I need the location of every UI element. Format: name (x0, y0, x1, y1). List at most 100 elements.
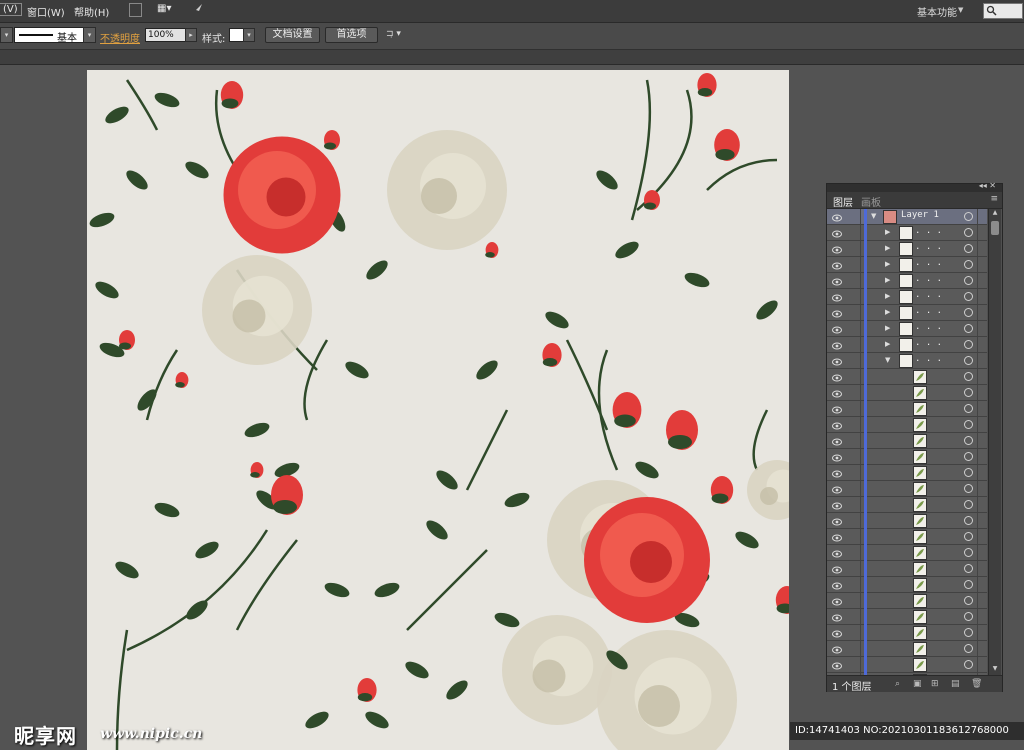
selection-indicator[interactable] (977, 241, 987, 256)
stroke-weight-dropdown[interactable]: ▾ (0, 27, 13, 43)
selection-indicator[interactable] (977, 657, 987, 672)
layer-row-path[interactable] (827, 625, 987, 641)
selection-indicator[interactable] (977, 369, 987, 384)
visibility-eye-icon[interactable] (832, 436, 842, 446)
layer-row-path[interactable] (827, 529, 987, 545)
group-name[interactable]: . . . (915, 242, 942, 252)
expand-triangle-icon[interactable]: ▶ (885, 324, 890, 332)
lock-toggle[interactable] (847, 497, 861, 512)
lock-toggle[interactable] (847, 449, 861, 464)
layer-row-group[interactable]: ▶ . . . (827, 241, 987, 257)
opacity-label[interactable]: 不透明度 (100, 30, 140, 45)
target-circle-icon[interactable] (964, 644, 973, 653)
lock-toggle[interactable] (847, 561, 861, 576)
selection-indicator[interactable] (977, 385, 987, 400)
lock-toggle[interactable] (847, 513, 861, 528)
stroke-profile-field[interactable]: 基本 (14, 27, 84, 44)
target-circle-icon[interactable] (964, 420, 973, 429)
lock-toggle[interactable] (847, 337, 861, 352)
target-circle-icon[interactable] (964, 484, 973, 493)
new-layer-icon[interactable]: ▤ (951, 679, 960, 689)
lock-toggle[interactable] (847, 385, 861, 400)
tab-artboards[interactable]: 画板 (861, 194, 881, 209)
selection-indicator[interactable] (977, 609, 987, 624)
visibility-eye-icon[interactable] (832, 660, 842, 670)
lock-toggle[interactable] (847, 321, 861, 336)
expand-triangle-icon[interactable]: ▶ (885, 228, 890, 236)
lock-toggle[interactable] (847, 593, 861, 608)
document-setup-button[interactable]: 文档设置 (265, 27, 320, 43)
visibility-eye-icon[interactable] (832, 372, 842, 382)
collapse-panel-icon[interactable]: ◂◂ ✕ (979, 181, 996, 190)
visibility-eye-icon[interactable] (832, 580, 842, 590)
gpu-rocket-icon[interactable] (190, 2, 204, 19)
preferences-button[interactable]: 首选项 (325, 27, 378, 43)
target-circle-icon[interactable] (964, 276, 973, 285)
layer-row-path[interactable] (827, 657, 987, 673)
selection-indicator[interactable] (977, 625, 987, 640)
target-circle-icon[interactable] (964, 660, 973, 669)
delete-layer-icon[interactable]: 🗑 (971, 679, 982, 689)
layer-row-group[interactable]: ▶ . . . (827, 257, 987, 273)
target-circle-icon[interactable] (964, 612, 973, 621)
selection-indicator[interactable] (977, 337, 987, 352)
selection-indicator[interactable] (977, 225, 987, 240)
target-circle-icon[interactable] (964, 532, 973, 541)
expand-triangle-icon[interactable]: ▶ (885, 244, 890, 252)
visibility-eye-icon[interactable] (832, 228, 842, 238)
group-name[interactable]: . . . (915, 274, 942, 284)
selection-indicator[interactable] (977, 273, 987, 288)
search-input[interactable] (983, 3, 1023, 19)
layer-row-group[interactable]: ▶ . . . (827, 305, 987, 321)
target-circle-icon[interactable] (964, 244, 973, 253)
visibility-eye-icon[interactable] (832, 484, 842, 494)
layer-row-path[interactable] (827, 481, 987, 497)
target-circle-icon[interactable] (964, 564, 973, 573)
visibility-eye-icon[interactable] (832, 500, 842, 510)
lock-toggle[interactable] (847, 417, 861, 432)
lock-toggle[interactable] (847, 257, 861, 272)
visibility-eye-icon[interactable] (832, 388, 842, 398)
selection-indicator[interactable] (977, 561, 987, 576)
selection-indicator[interactable] (977, 289, 987, 304)
visibility-eye-icon[interactable] (832, 340, 842, 350)
menu-help[interactable]: 帮助(H) (74, 4, 109, 19)
lock-toggle[interactable] (847, 625, 861, 640)
layer-row-group[interactable]: ▶ . . . (827, 289, 987, 305)
visibility-eye-icon[interactable] (832, 612, 842, 622)
visibility-eye-icon[interactable] (832, 404, 842, 414)
artboard-floral-pattern[interactable] (87, 70, 789, 750)
expand-triangle-icon[interactable]: ▶ (885, 340, 890, 348)
layer-row-path[interactable] (827, 465, 987, 481)
layer-row-path[interactable] (827, 417, 987, 433)
lock-toggle[interactable] (847, 225, 861, 240)
target-circle-icon[interactable] (964, 260, 973, 269)
expand-triangle-icon[interactable]: ▶ (885, 260, 890, 268)
lock-toggle[interactable] (847, 305, 861, 320)
target-circle-icon[interactable] (964, 452, 973, 461)
lock-toggle[interactable] (847, 609, 861, 624)
target-circle-icon[interactable] (964, 228, 973, 237)
selection-indicator[interactable] (977, 497, 987, 512)
visibility-eye-icon[interactable] (832, 308, 842, 318)
lock-toggle[interactable] (847, 273, 861, 288)
target-circle-icon[interactable] (964, 628, 973, 637)
selection-indicator[interactable] (977, 353, 987, 368)
layer-row-group[interactable]: ▶ . . . (827, 321, 987, 337)
lock-toggle[interactable] (847, 401, 861, 416)
lock-toggle[interactable] (847, 465, 861, 480)
target-circle-icon[interactable] (964, 548, 973, 557)
target-circle-icon[interactable] (964, 356, 973, 365)
layer-row-layer-1[interactable]: ▼ Layer 1 (827, 209, 987, 225)
lock-toggle[interactable] (847, 529, 861, 544)
layer-row-path[interactable] (827, 545, 987, 561)
selection-indicator[interactable] (977, 465, 987, 480)
selection-indicator[interactable] (977, 529, 987, 544)
visibility-eye-icon[interactable] (832, 212, 842, 222)
selection-indicator[interactable] (977, 577, 987, 592)
target-circle-icon[interactable] (964, 388, 973, 397)
selection-indicator[interactable] (977, 401, 987, 416)
opacity-dropdown[interactable]: ▸ (185, 28, 197, 42)
layer-row-path[interactable] (827, 369, 987, 385)
group-name[interactable]: . . . (915, 306, 942, 316)
